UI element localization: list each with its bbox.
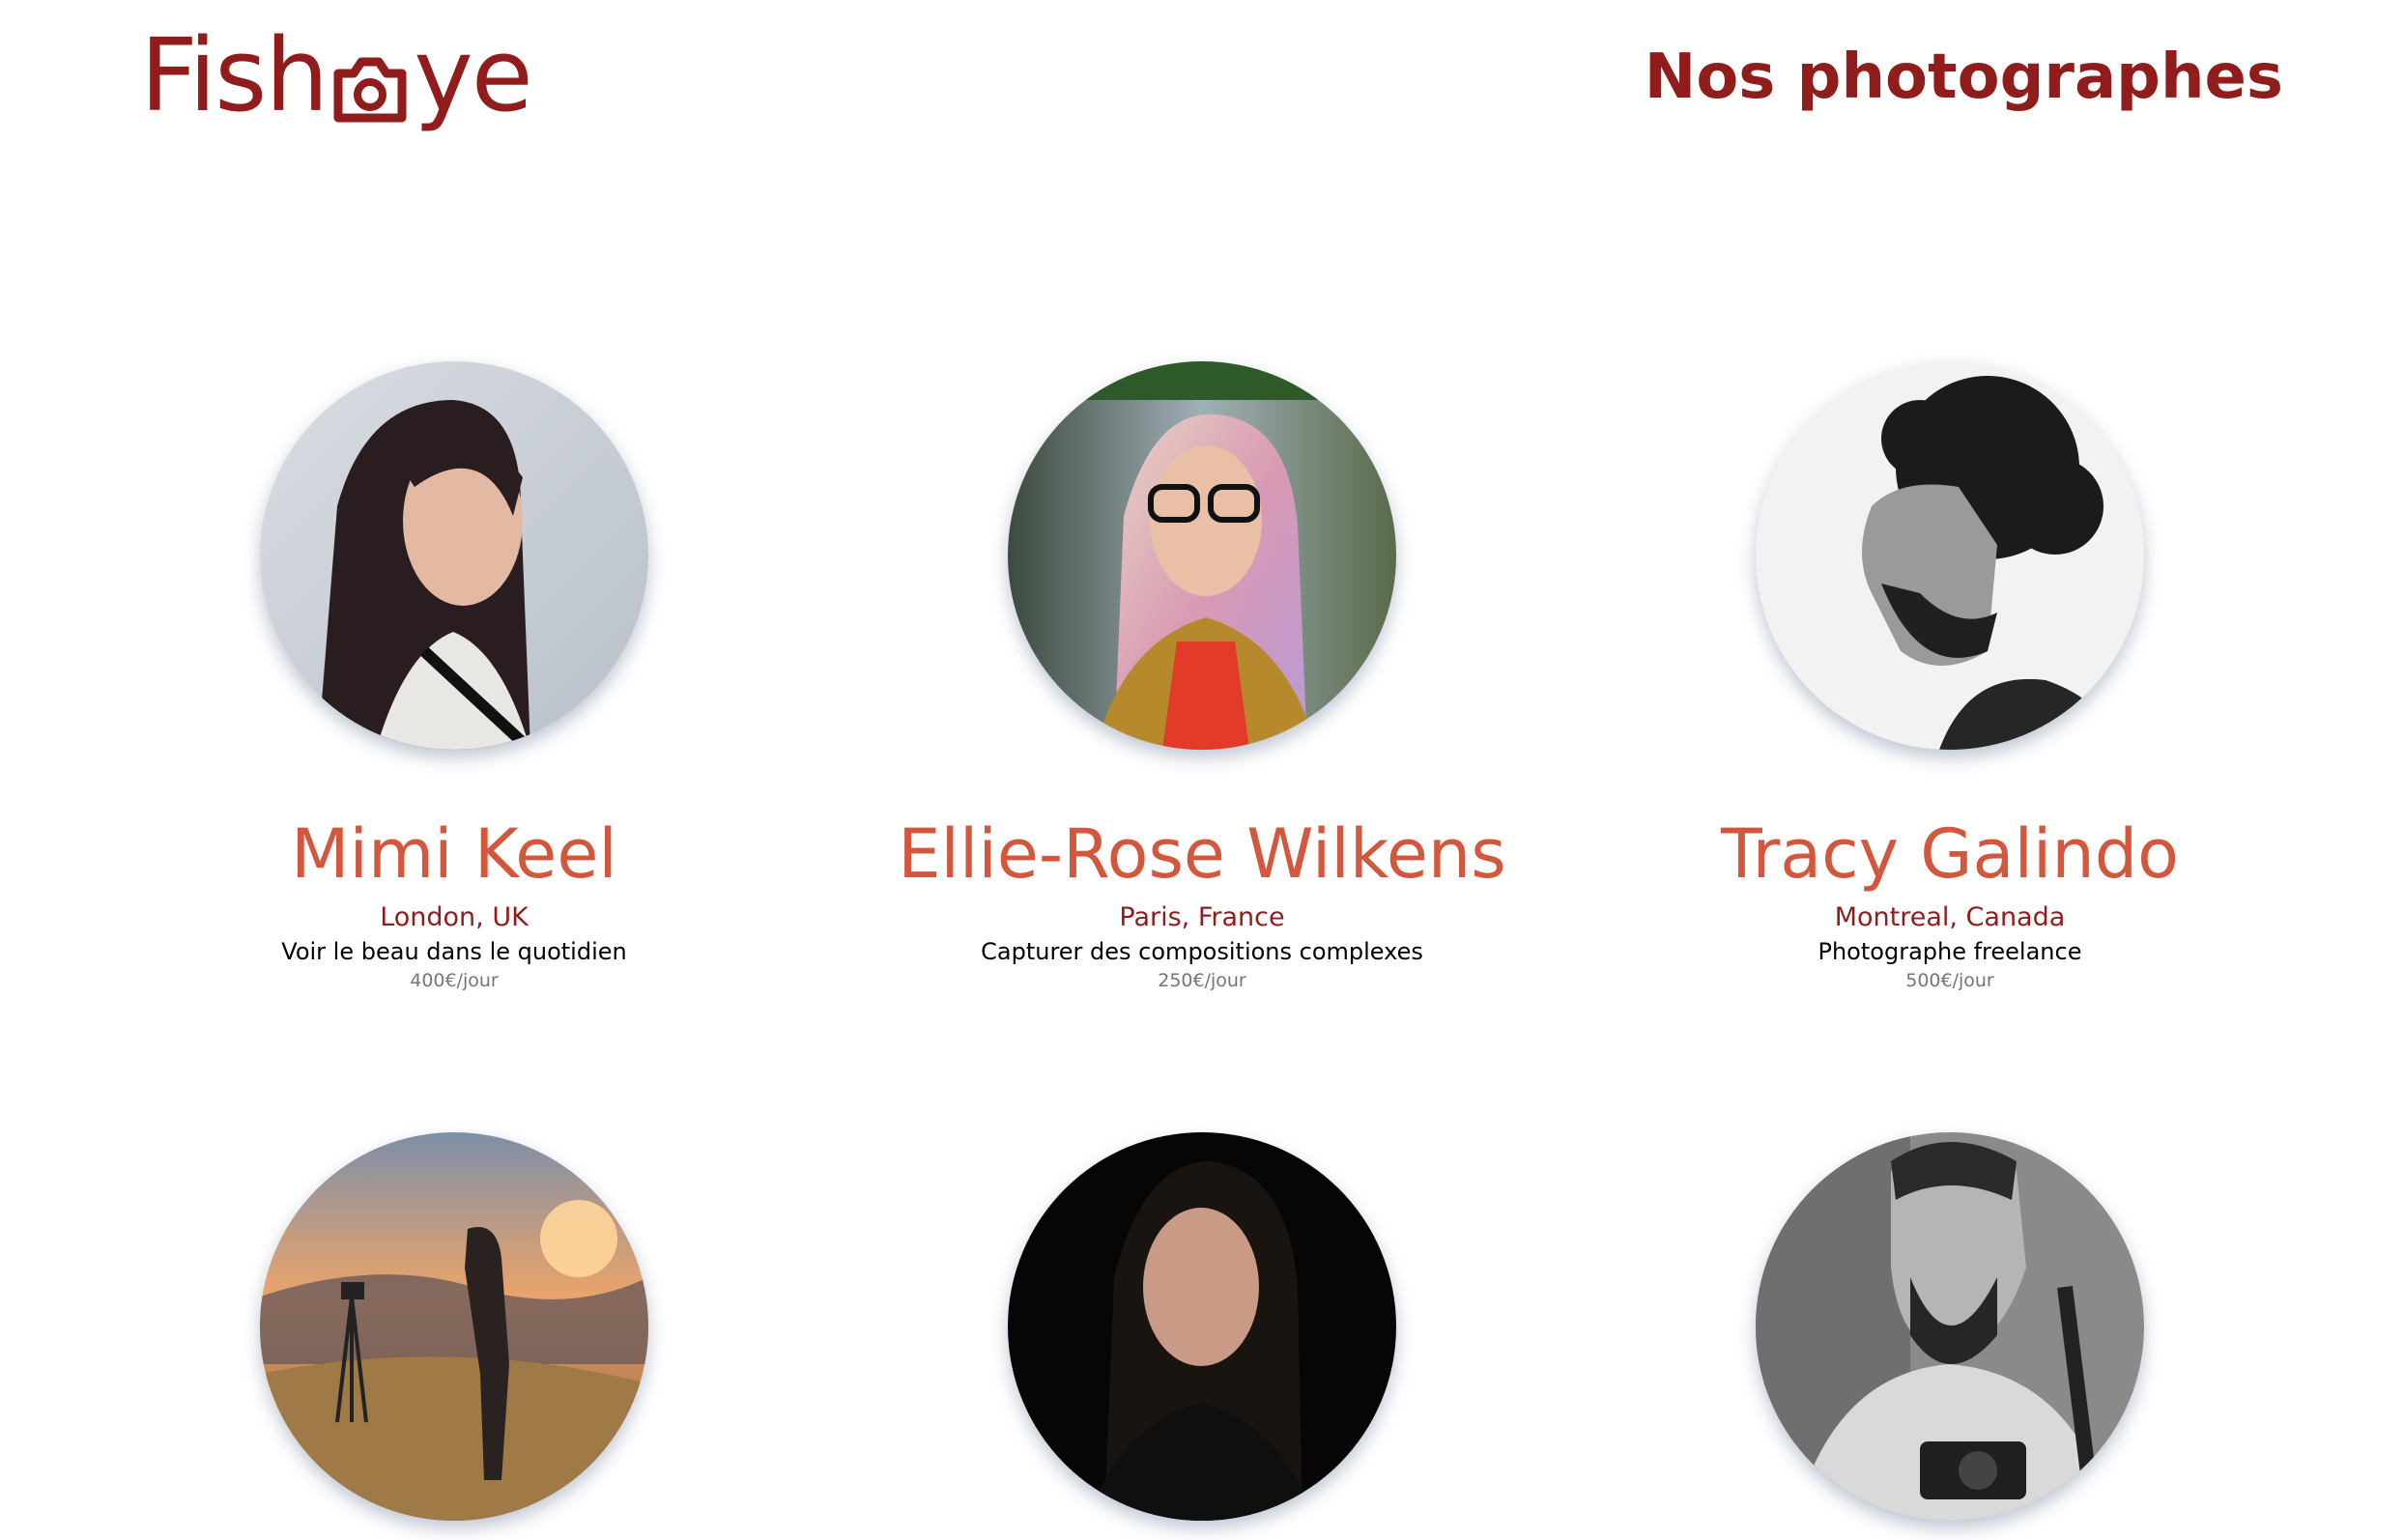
photographer-card[interactable]: Mimi Keel London, UK Voir le beau dans l…: [77, 361, 831, 993]
photographer-price: 500€/jour: [1905, 970, 1994, 991]
photographer-avatar[interactable]: [260, 1132, 648, 1521]
photographer-price: 400€/jour: [410, 970, 499, 991]
photographer-avatar[interactable]: [1008, 1132, 1396, 1521]
photographer-card[interactable]: [1573, 1132, 2327, 1521]
photographer-name[interactable]: Tracy Galindo: [1573, 813, 2327, 895]
photographer-location: Montreal, Canada: [1834, 902, 2066, 932]
photographer-name[interactable]: Mimi Keel: [77, 813, 831, 895]
photographer-avatar[interactable]: [1756, 361, 2144, 750]
photographer-price: 250€/jour: [1158, 970, 1246, 991]
photographer-card[interactable]: [77, 1132, 831, 1521]
photographer-card[interactable]: Ellie-Rose Wilkens Paris, France Capture…: [825, 361, 1579, 993]
photographer-location: London, UK: [380, 902, 529, 932]
photographer-tagline: Capturer des compositions complexes: [981, 938, 1423, 965]
photographer-avatar[interactable]: [1756, 1132, 2144, 1521]
photographer-avatar[interactable]: [1008, 361, 1396, 750]
photographers-grid: Mimi Keel London, UK Voir le beau dans l…: [0, 0, 2404, 1540]
photographer-card[interactable]: [825, 1132, 1579, 1521]
photographer-avatar[interactable]: [260, 361, 648, 750]
photographer-tagline: Photographe freelance: [1817, 938, 2082, 965]
photographer-tagline: Voir le beau dans le quotidien: [281, 938, 627, 965]
photographer-name[interactable]: Ellie-Rose Wilkens: [825, 813, 1579, 895]
photographer-location: Paris, France: [1119, 902, 1285, 932]
photographer-card[interactable]: Tracy Galindo Montreal, Canada Photograp…: [1573, 361, 2327, 993]
